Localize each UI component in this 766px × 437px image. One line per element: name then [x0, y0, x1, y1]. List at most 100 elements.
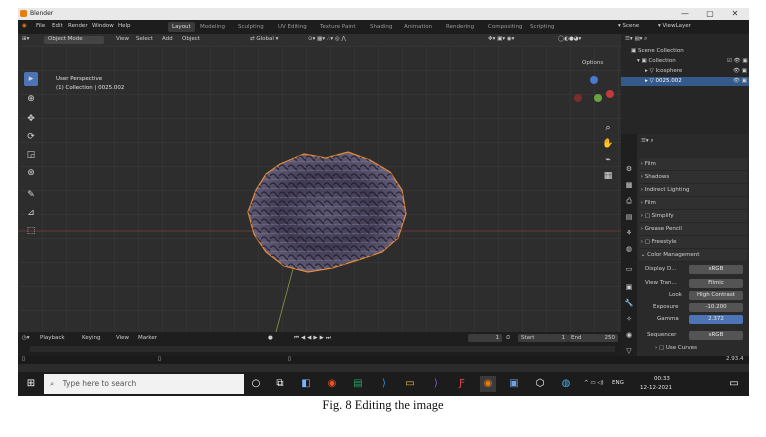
menu-view[interactable]: View: [116, 36, 129, 42]
timeline-editor-icon[interactable]: ◷▾: [22, 335, 30, 341]
editor-type-icon[interactable]: ⊞▾: [22, 36, 29, 42]
tab-compositing[interactable]: Compositing: [484, 22, 526, 32]
tab-layout[interactable]: Layout: [168, 22, 195, 32]
tab-shading[interactable]: Shading: [366, 22, 396, 32]
sequencer-select[interactable]: sRGB: [689, 331, 743, 340]
excel-icon[interactable]: ▤: [350, 376, 366, 392]
cortana-icon[interactable]: ○: [248, 376, 264, 392]
tab-texture-paint[interactable]: Texture Paint: [316, 22, 360, 32]
tab-animation[interactable]: Animation: [400, 22, 436, 32]
transform-icon[interactable]: ⊛: [24, 166, 38, 180]
object-tab-icon[interactable]: ▣: [624, 282, 634, 292]
system-tray-icons[interactable]: ^ ▭ ◁): [584, 380, 604, 386]
annotate-icon[interactable]: ✎: [24, 188, 38, 202]
menu-view-timeline[interactable]: View: [116, 335, 129, 341]
app-icon-1[interactable]: ◧: [298, 376, 314, 392]
section-color-management[interactable]: ⌄ Color Management: [639, 249, 747, 262]
pan-hand-icon[interactable]: ✋: [602, 138, 614, 150]
view-layer-selector[interactable]: ▾ ViewLayer: [658, 23, 691, 29]
menu-render[interactable]: Render: [68, 23, 88, 29]
minimize-button[interactable]: —: [673, 8, 697, 20]
camera-view-icon[interactable]: ⌁: [602, 154, 614, 166]
section-freestyle[interactable]: › ▢ Freestyle: [639, 236, 747, 249]
menu-object[interactable]: Object: [182, 36, 200, 42]
clock-date[interactable]: 12-12-2021: [640, 385, 672, 391]
output-tab-icon[interactable]: ⎙: [624, 196, 634, 206]
look-select[interactable]: High Contrast: [689, 291, 743, 300]
menu-select[interactable]: Select: [136, 36, 153, 42]
chrome-icon[interactable]: ◉: [324, 376, 340, 392]
menu-help[interactable]: Help: [118, 23, 131, 29]
outliner-item-selected[interactable]: [621, 77, 749, 86]
menu-file[interactable]: File: [36, 23, 45, 29]
render-tab-icon[interactable]: ▩: [624, 180, 634, 190]
blender-menu-icon[interactable]: ◉: [22, 23, 27, 29]
menu-edit[interactable]: Edit: [52, 23, 63, 29]
scale-icon[interactable]: ◲: [24, 148, 38, 162]
gizmo-y-icon[interactable]: [594, 94, 602, 102]
3d-viewport[interactable]: ▸ ⊕ ✥ ⟳ ◲ ⊛ ✎ ⊿ ⬚ User Perspective (1) C…: [18, 46, 621, 332]
close-button[interactable]: ✕: [723, 8, 747, 20]
outliner-item-0025[interactable]: ▸ ▽ 0025.002: [645, 78, 682, 84]
vscode-icon[interactable]: ⟩: [376, 376, 392, 392]
obj0025-visibility-icon[interactable]: 👁 ▣: [733, 78, 747, 84]
physics-tab-icon[interactable]: ◉: [624, 330, 634, 340]
particles-tab-icon[interactable]: ✧: [624, 314, 634, 324]
file-explorer-icon[interactable]: ▭: [402, 376, 418, 392]
taskbar-search-box[interactable]: ⌕ Type here to search: [44, 374, 244, 394]
scene-selector[interactable]: ▾ Scene: [618, 23, 639, 29]
photos-icon[interactable]: ▣: [506, 376, 522, 392]
menu-keying[interactable]: Keying: [82, 335, 100, 341]
tab-rendering[interactable]: Rendering: [442, 22, 478, 32]
filezilla-icon[interactable]: Ƒ: [454, 376, 470, 392]
shading-mode-icons[interactable]: ◯◐●◕▾: [558, 36, 581, 42]
use-curves-toggle[interactable]: › ▢ Use Curves: [655, 345, 697, 351]
tab-uv-editing[interactable]: UV Editing: [274, 22, 311, 32]
end-frame-field[interactable]: End 250: [568, 334, 618, 342]
outliner-editor-icon[interactable]: ☰▾ ▤▾ ⌕: [625, 36, 647, 43]
timeline-track[interactable]: [30, 346, 615, 352]
visual-studio-icon[interactable]: ⟩: [428, 376, 444, 392]
notifications-icon[interactable]: ▭: [726, 376, 742, 392]
modifier-tab-icon[interactable]: 🔧: [624, 298, 634, 308]
move-icon[interactable]: ✥: [24, 112, 38, 126]
scene-tab-icon[interactable]: ⚘: [624, 228, 634, 238]
options-button[interactable]: Options: [582, 60, 603, 66]
windows-start-icon[interactable]: ⊞: [23, 376, 39, 392]
snap-icon[interactable]: ⊙▾ ▦▾ ∴▾ ◎ ⋀: [308, 36, 346, 42]
menu-window[interactable]: Window: [92, 23, 114, 29]
rock-object[interactable]: [247, 151, 407, 273]
tab-modeling[interactable]: Modeling: [196, 22, 229, 32]
start-frame-field[interactable]: Start 1: [518, 334, 568, 342]
section-indirect-lighting[interactable]: › Indirect Lighting: [639, 184, 747, 197]
language-indicator[interactable]: ENG: [612, 380, 624, 386]
add-cube-icon[interactable]: ⬚: [24, 224, 38, 238]
constraints-tab-icon[interactable]: ▽: [624, 346, 634, 356]
menu-add[interactable]: Add: [162, 36, 173, 42]
collection-tab-icon[interactable]: ▭: [624, 264, 634, 274]
clock-time[interactable]: 00:33: [654, 376, 670, 382]
section-film[interactable]: › Film: [639, 158, 747, 171]
menu-marker[interactable]: Marker: [138, 335, 157, 341]
tool-tab-icon[interactable]: ⚙: [624, 164, 634, 174]
preview-range-icon[interactable]: ⏲: [506, 335, 510, 342]
3d-viewer-icon[interactable]: ⬡: [532, 376, 548, 392]
cursor-icon[interactable]: ⊕: [24, 92, 38, 106]
menu-playback[interactable]: Playback: [40, 335, 65, 341]
properties-search-icon[interactable]: ☰▾ ⌕: [641, 138, 654, 145]
gizmo-z-icon[interactable]: [590, 76, 598, 84]
section-simplify[interactable]: › ▢ Simplify: [639, 210, 747, 223]
display-device-select[interactable]: sRGB: [689, 265, 743, 274]
outliner-item-icosphere[interactable]: ▸ ▽ Icosphere: [645, 68, 682, 74]
collection-row[interactable]: ▾ ▣ Collection: [637, 58, 676, 64]
blender-taskbar-icon[interactable]: ◉: [480, 376, 496, 392]
edge-icon[interactable]: ◍: [558, 376, 574, 392]
measure-icon[interactable]: ⊿: [24, 206, 38, 220]
view-transform-select[interactable]: Filmic: [689, 279, 743, 288]
transform-orientation[interactable]: ⇄ Global ▾: [250, 36, 278, 42]
select-box-icon[interactable]: ▸: [24, 72, 38, 86]
section-film-2[interactable]: › Film: [639, 197, 747, 210]
rotate-icon[interactable]: ⟳: [24, 130, 38, 144]
view-layer-tab-icon[interactable]: ▤: [624, 212, 634, 222]
gamma-field[interactable]: 2.372: [689, 315, 743, 324]
